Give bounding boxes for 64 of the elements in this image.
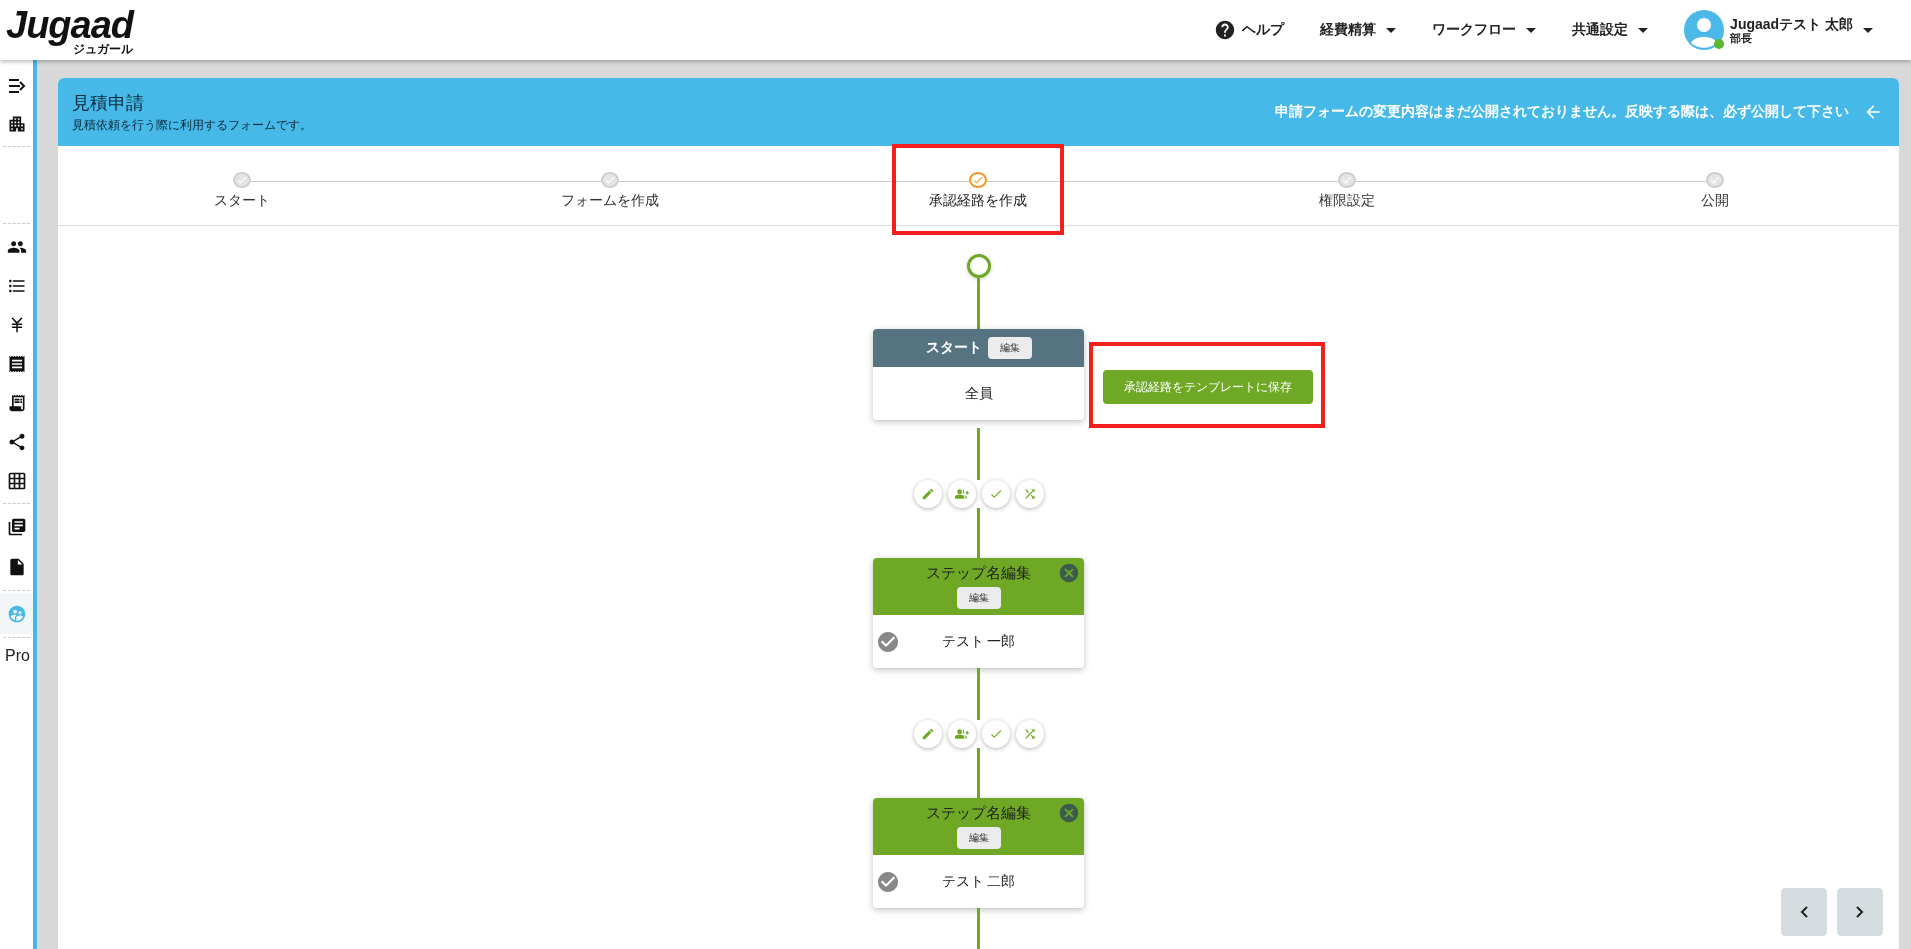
step-title: ステップ名編集 bbox=[926, 804, 1031, 823]
approve-button[interactable] bbox=[981, 720, 1010, 748]
caret-icon bbox=[1526, 27, 1537, 33]
grid-icon bbox=[6, 470, 27, 491]
pencil-icon bbox=[920, 487, 935, 501]
step-title: ステップ名編集 bbox=[926, 564, 1031, 583]
caret-icon bbox=[1638, 27, 1649, 33]
sidebar-text: Pro bbox=[4, 647, 31, 665]
nav-menu-label: ワークフロー bbox=[1432, 21, 1517, 39]
approve-button[interactable] bbox=[981, 480, 1010, 508]
edit-button[interactable]: 編集 bbox=[987, 337, 1032, 359]
chevron-right-icon bbox=[1856, 906, 1864, 918]
nav-menu-label: 経費精算 bbox=[1320, 21, 1377, 39]
stepper-step[interactable]: 承認経路を作成 bbox=[929, 146, 1028, 208]
form-title: 見積申請 bbox=[72, 91, 145, 115]
user-role: 部長 bbox=[1730, 31, 1753, 45]
user-menu[interactable]: Jugaadテスト 太郎 部長 bbox=[1684, 10, 1873, 50]
approver-name: テスト 一郎 bbox=[941, 632, 1016, 651]
step-label: スタート bbox=[214, 192, 271, 210]
nav-menu[interactable]: 経費精算 bbox=[1320, 21, 1397, 39]
add-approver-button[interactable] bbox=[947, 480, 976, 508]
step-label: 公開 bbox=[1700, 192, 1729, 210]
edit-button[interactable] bbox=[913, 480, 942, 508]
stepper-step[interactable]: フォームを作成 bbox=[561, 146, 660, 208]
pencil-icon bbox=[920, 727, 935, 741]
unpublished-notice: 申請フォームの変更内容はまだ公開されておりません。反映する際は、必ず公開して下さい bbox=[1275, 103, 1849, 121]
step-label: 承認経路を作成 bbox=[929, 192, 1028, 210]
shuffle-button[interactable] bbox=[1015, 480, 1044, 508]
person-add-icon bbox=[954, 727, 969, 741]
form-description: 見積依頼を行う際に利用するフォームです。 bbox=[72, 116, 312, 134]
shuffle-button[interactable] bbox=[1015, 720, 1044, 748]
edit-button[interactable] bbox=[913, 720, 942, 748]
stepper-step[interactable]: スタート bbox=[214, 146, 271, 208]
step-label: 権限設定 bbox=[1318, 192, 1375, 210]
close-icon[interactable] bbox=[1058, 562, 1080, 584]
nav-menu[interactable]: 共通設定 bbox=[1572, 21, 1649, 39]
stepper-step[interactable]: 公開 bbox=[1700, 146, 1729, 208]
help-link[interactable]: ヘルプ bbox=[1214, 19, 1285, 41]
check-icon bbox=[988, 727, 1003, 741]
avatar-icon bbox=[1684, 10, 1725, 50]
step-label: フォームを作成 bbox=[561, 192, 660, 210]
nav-menu-label: 共通設定 bbox=[1572, 21, 1629, 39]
person-add-icon bbox=[954, 487, 969, 501]
library-icon bbox=[6, 517, 27, 537]
collapse-icon bbox=[7, 78, 26, 94]
edit-button[interactable]: 編集 bbox=[956, 827, 1001, 849]
caret-icon bbox=[1386, 27, 1397, 33]
caret-icon bbox=[1863, 27, 1873, 33]
stepper-step[interactable]: 権限設定 bbox=[1318, 146, 1375, 208]
approver-name: テスト 二郎 bbox=[941, 872, 1016, 891]
step-check-icon bbox=[969, 172, 988, 188]
edit-button[interactable]: 編集 bbox=[956, 587, 1001, 609]
nav-menu[interactable]: ワークフロー bbox=[1432, 21, 1537, 39]
help-icon bbox=[1214, 19, 1237, 41]
add-approver-button[interactable] bbox=[947, 720, 976, 748]
user-name: Jugaadテスト 太郎 bbox=[1730, 15, 1853, 32]
logo[interactable]: Jugaad bbox=[6, 5, 134, 44]
help-label: ヘルプ bbox=[1242, 21, 1285, 39]
logo-subtitle: ジュガール bbox=[73, 42, 134, 55]
chevron-left-icon bbox=[1800, 906, 1808, 918]
assignee-label: 全員 bbox=[964, 384, 993, 403]
close-icon[interactable] bbox=[1058, 802, 1080, 824]
check-icon bbox=[988, 487, 1003, 501]
start-title: スタート bbox=[925, 339, 982, 357]
